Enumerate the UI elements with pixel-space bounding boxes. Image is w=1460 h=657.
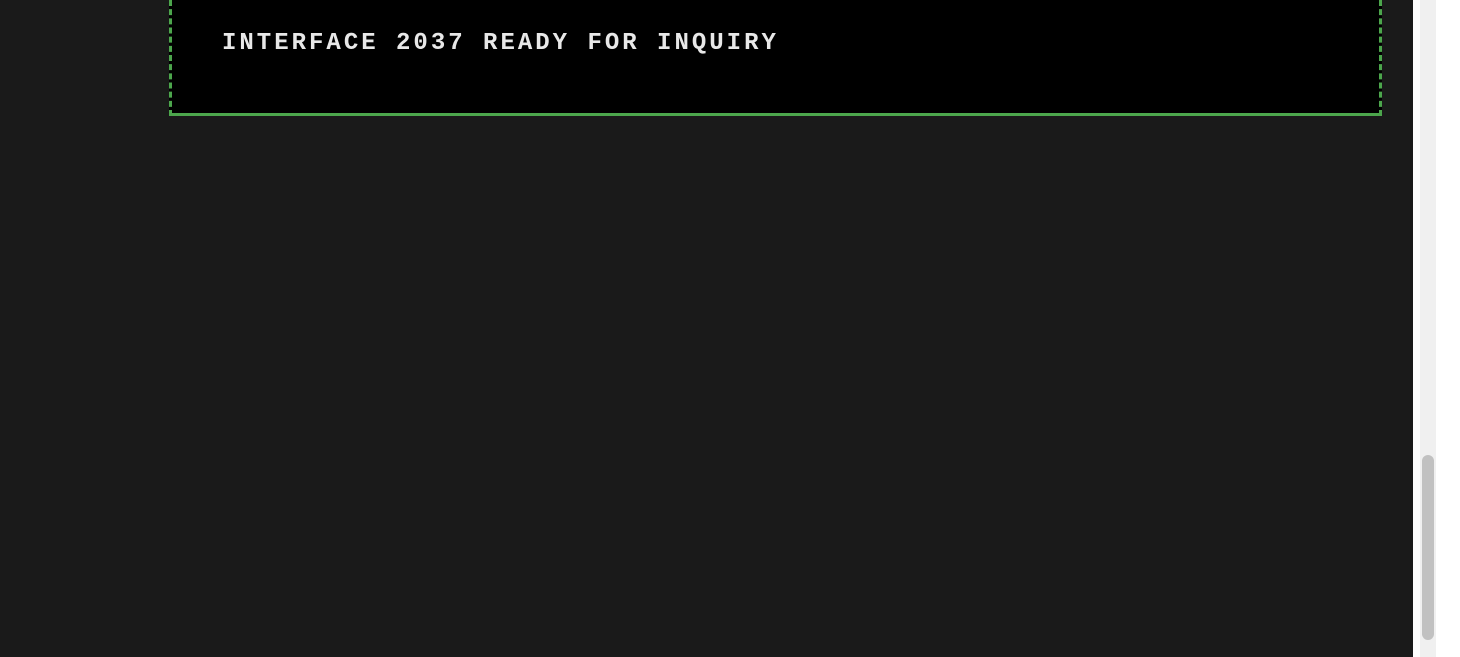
terminal-status-line: INTERFACE 2037 READY FOR INQUIRY	[222, 30, 779, 57]
terminal-panel[interactable]: INTERFACE 2037 READY FOR INQUIRY	[169, 0, 1382, 116]
app-window: INTERFACE 2037 READY FOR INQUIRY	[0, 0, 1413, 657]
vertical-scrollbar-thumb[interactable]	[1422, 455, 1434, 640]
